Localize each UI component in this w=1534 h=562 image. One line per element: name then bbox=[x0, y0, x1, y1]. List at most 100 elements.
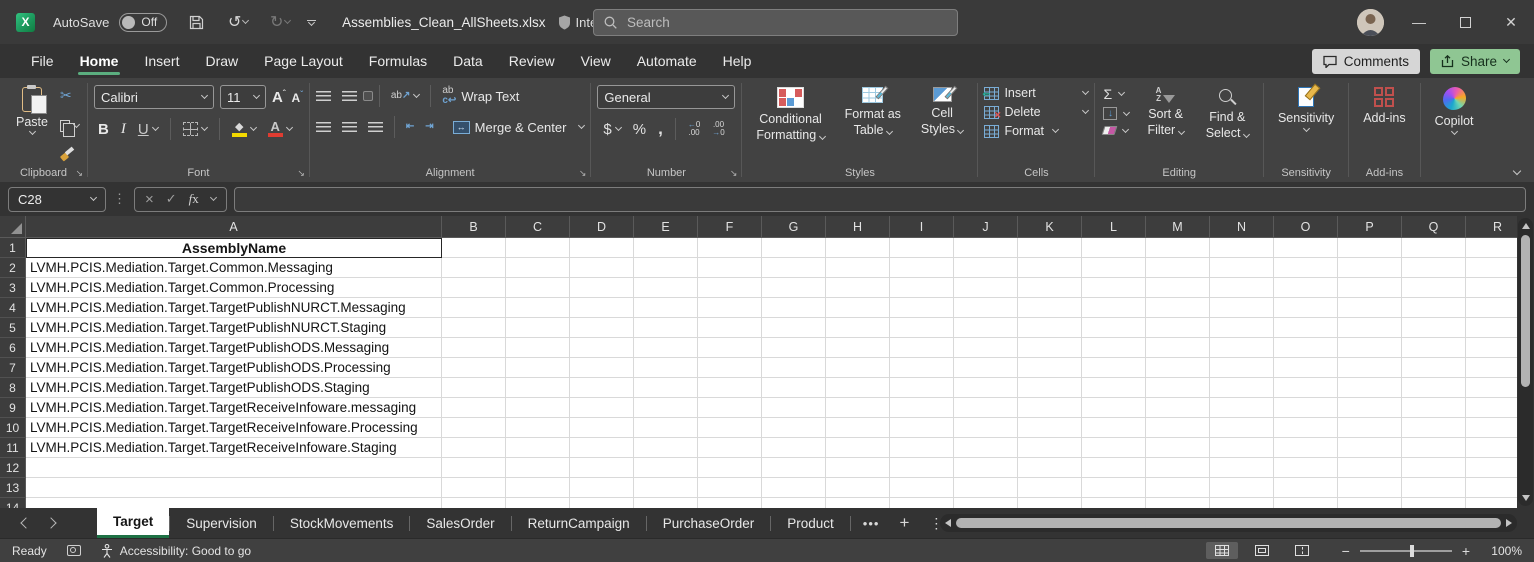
clipboard-dialog-launcher-icon[interactable]: ↘ bbox=[75, 169, 83, 178]
clear-button[interactable] bbox=[1103, 126, 1129, 135]
sort-filter-button[interactable]: AZ Sort & Filter bbox=[1139, 85, 1191, 164]
macro-record-icon[interactable] bbox=[67, 545, 81, 556]
cell-A4[interactable]: LVMH.PCIS.Mediation.Target.TargetPublish… bbox=[26, 298, 442, 318]
column-header-H[interactable]: H bbox=[826, 216, 890, 238]
cancel-formula-button[interactable]: × bbox=[145, 192, 154, 207]
column-header-A[interactable]: A bbox=[26, 216, 442, 238]
decrease-indent-icon[interactable]: ⇤ bbox=[406, 122, 414, 132]
number-dialog-launcher-icon[interactable]: ↘ bbox=[730, 169, 738, 178]
column-header-B[interactable]: B bbox=[442, 216, 506, 238]
increase-font-size-button[interactable]: Aˆ bbox=[272, 89, 286, 106]
undo-button[interactable]: ↺ bbox=[225, 9, 251, 35]
sheet-tab-stockmovements[interactable]: StockMovements bbox=[274, 508, 410, 538]
zoom-in-button[interactable]: + bbox=[1462, 544, 1470, 558]
number-format-combobox[interactable]: General bbox=[597, 85, 735, 109]
more-sheets-icon[interactable]: ••• bbox=[863, 516, 880, 531]
new-sheet-button[interactable]: + bbox=[899, 513, 909, 533]
orientation-button[interactable]: ab↗ bbox=[391, 91, 420, 101]
wrap-text-button[interactable]: abc↩ Wrap Text bbox=[442, 86, 519, 106]
percent-button[interactable]: % bbox=[633, 121, 646, 138]
cell-A6[interactable]: LVMH.PCIS.Mediation.Target.TargetPublish… bbox=[26, 338, 442, 358]
insert-cells-button[interactable]: ⇐Insert bbox=[984, 86, 1088, 100]
column-header-G[interactable]: G bbox=[762, 216, 826, 238]
font-dialog-launcher-icon[interactable]: ↘ bbox=[297, 169, 305, 178]
vertical-scrollbar-thumb[interactable] bbox=[1521, 235, 1530, 387]
autosum-button[interactable]: Σ bbox=[1103, 87, 1129, 101]
decrease-decimal-button[interactable]: .00→0 bbox=[712, 121, 724, 137]
column-header-C[interactable]: C bbox=[506, 216, 570, 238]
column-header-K[interactable]: K bbox=[1018, 216, 1082, 238]
scroll-down-arrow-icon[interactable] bbox=[1522, 495, 1530, 501]
cells-row-8[interactable] bbox=[442, 378, 1517, 398]
ribbon-tab-insert[interactable]: Insert bbox=[131, 46, 192, 76]
row-header-8[interactable]: 8 bbox=[0, 378, 26, 398]
column-header-O[interactable]: O bbox=[1274, 216, 1338, 238]
cells-row-9[interactable] bbox=[442, 398, 1517, 418]
row-header-7[interactable]: 7 bbox=[0, 358, 26, 378]
close-button[interactable]: ✕ bbox=[1488, 0, 1534, 44]
decrease-font-size-button[interactable]: Aˇ bbox=[292, 90, 303, 105]
format-as-table-button[interactable]: Format as Table bbox=[837, 85, 909, 164]
autosave-toggle[interactable]: Off bbox=[119, 13, 167, 32]
cells-row-7[interactable] bbox=[442, 358, 1517, 378]
sheet-tab-returncampaign[interactable]: ReturnCampaign bbox=[512, 508, 646, 538]
row-header-13[interactable]: 13 bbox=[0, 478, 26, 498]
fill-color-button[interactable]: ◆ bbox=[232, 122, 256, 137]
cells-row-6[interactable] bbox=[442, 338, 1517, 358]
bold-button[interactable]: B bbox=[98, 121, 109, 138]
cut-icon[interactable]: ✂ bbox=[60, 88, 79, 102]
underline-button[interactable]: U bbox=[138, 121, 158, 138]
cell-A5[interactable]: LVMH.PCIS.Mediation.Target.TargetPublish… bbox=[26, 318, 442, 338]
scroll-right-arrow-icon[interactable] bbox=[1506, 519, 1512, 527]
middle-align-button[interactable] bbox=[342, 91, 357, 102]
vertical-scrollbar[interactable] bbox=[1517, 216, 1534, 508]
share-button[interactable]: Share bbox=[1430, 49, 1520, 74]
cells-row-13[interactable] bbox=[442, 478, 1517, 498]
conditional-formatting-button[interactable]: Conditional Formatting bbox=[748, 85, 832, 164]
cells-row-1[interactable] bbox=[442, 238, 1517, 258]
column-header-L[interactable]: L bbox=[1082, 216, 1146, 238]
ribbon-tab-data[interactable]: Data bbox=[440, 46, 496, 76]
copilot-button[interactable]: Copilot bbox=[1427, 85, 1482, 136]
cells-row-5[interactable] bbox=[442, 318, 1517, 338]
italic-button[interactable]: I bbox=[121, 121, 126, 138]
ribbon-tab-review[interactable]: Review bbox=[496, 46, 568, 76]
column-header-I[interactable]: I bbox=[890, 216, 954, 238]
addins-button[interactable]: Add-ins bbox=[1355, 85, 1413, 128]
sheet-tab-target[interactable]: Target bbox=[97, 508, 169, 538]
ribbon-tab-draw[interactable]: Draw bbox=[192, 46, 251, 76]
cell-A13[interactable] bbox=[26, 478, 442, 498]
align-center-button[interactable] bbox=[342, 122, 357, 133]
name-box[interactable]: C28 bbox=[8, 187, 106, 212]
fill-button[interactable]: ↓ bbox=[1103, 107, 1129, 120]
alignment-dialog-launcher-icon[interactable]: ↘ bbox=[579, 169, 587, 178]
quick-access-customize-button[interactable] bbox=[307, 20, 316, 25]
page-layout-view-button[interactable] bbox=[1246, 542, 1278, 559]
column-header-P[interactable]: P bbox=[1338, 216, 1402, 238]
align-left-button[interactable] bbox=[316, 122, 331, 133]
search-input[interactable]: Search bbox=[593, 9, 958, 36]
borders-button[interactable] bbox=[183, 122, 207, 136]
next-sheet-arrow-icon[interactable] bbox=[45, 517, 56, 528]
previous-sheet-arrow-icon[interactable] bbox=[20, 517, 31, 528]
sheet-tab-salesorder[interactable]: SalesOrder bbox=[410, 508, 510, 538]
page-break-view-button[interactable] bbox=[1286, 542, 1318, 559]
ribbon-tab-formulas[interactable]: Formulas bbox=[356, 46, 440, 76]
merge-center-button[interactable]: ↔ Merge & Center bbox=[453, 120, 585, 135]
cells-row-10[interactable] bbox=[442, 418, 1517, 438]
cell-A7[interactable]: LVMH.PCIS.Mediation.Target.TargetPublish… bbox=[26, 358, 442, 378]
row-header-1[interactable]: 1 bbox=[0, 238, 26, 258]
column-header-R[interactable]: R bbox=[1466, 216, 1517, 238]
column-header-J[interactable]: J bbox=[954, 216, 1018, 238]
row-header-10[interactable]: 10 bbox=[0, 418, 26, 438]
cell-A1[interactable]: AssemblyName bbox=[26, 238, 442, 258]
accessibility-status[interactable]: Accessibility: Good to go bbox=[101, 544, 251, 558]
maximize-button[interactable] bbox=[1442, 0, 1488, 44]
formula-bar-grip-icon[interactable]: ⋮ bbox=[113, 191, 127, 207]
comments-button[interactable]: Comments bbox=[1312, 49, 1420, 74]
comma-style-button[interactable]: , bbox=[658, 124, 663, 134]
zoom-slider[interactable] bbox=[1360, 550, 1452, 552]
paste-button[interactable]: Paste bbox=[6, 85, 58, 164]
column-header-M[interactable]: M bbox=[1146, 216, 1210, 238]
format-painter-icon[interactable] bbox=[60, 149, 74, 161]
